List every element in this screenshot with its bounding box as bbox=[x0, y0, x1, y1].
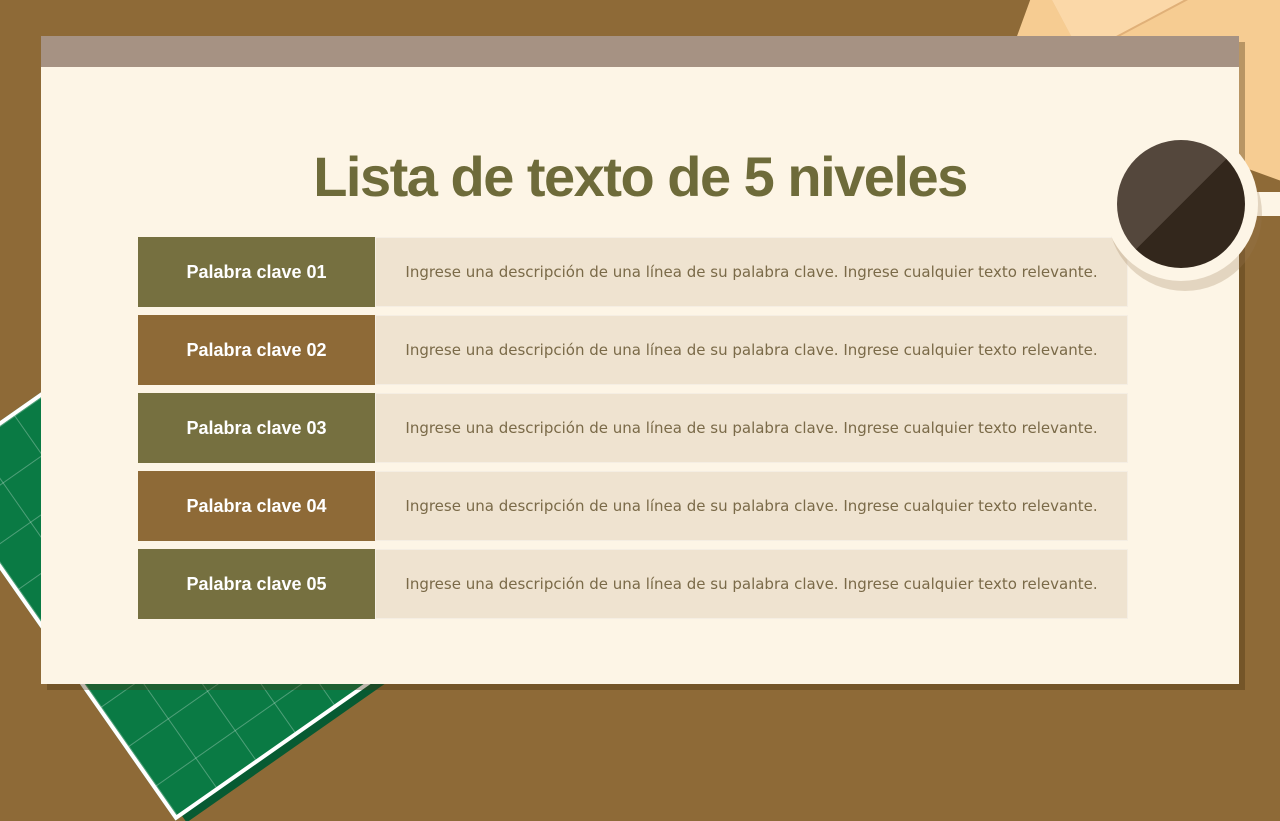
keyword-label: Palabra clave 03 bbox=[138, 393, 375, 463]
keyword-description: Ingrese una descripción de una línea de … bbox=[375, 393, 1128, 463]
list-item: Palabra clave 03 Ingrese una descripción… bbox=[138, 393, 1128, 463]
keyword-description: Ingrese una descripción de una línea de … bbox=[375, 237, 1128, 307]
list-item: Palabra clave 02 Ingrese una descripción… bbox=[138, 315, 1128, 385]
slide-title: Lista de texto de 5 niveles bbox=[313, 145, 968, 208]
keyword-description: Ingrese una descripción de una línea de … bbox=[375, 471, 1128, 541]
keyword-label: Palabra clave 04 bbox=[138, 471, 375, 541]
list-item: Palabra clave 01 Ingrese una descripción… bbox=[138, 237, 1128, 307]
keyword-label: Palabra clave 01 bbox=[138, 237, 375, 307]
keyword-label: Palabra clave 02 bbox=[138, 315, 375, 385]
keyword-description: Ingrese una descripción de una línea de … bbox=[375, 549, 1128, 619]
list-item: Palabra clave 04 Ingrese una descripción… bbox=[138, 471, 1128, 541]
keyword-label: Palabra clave 05 bbox=[138, 549, 375, 619]
slide-card-header-bar bbox=[41, 36, 1239, 67]
coffee-surface-decoration bbox=[1117, 140, 1245, 268]
keyword-description: Ingrese una descripción de una línea de … bbox=[375, 315, 1128, 385]
list-item: Palabra clave 05 Ingrese una descripción… bbox=[138, 549, 1128, 619]
slide-card: Lista de texto de 5 niveles Palabra clav… bbox=[41, 36, 1239, 684]
